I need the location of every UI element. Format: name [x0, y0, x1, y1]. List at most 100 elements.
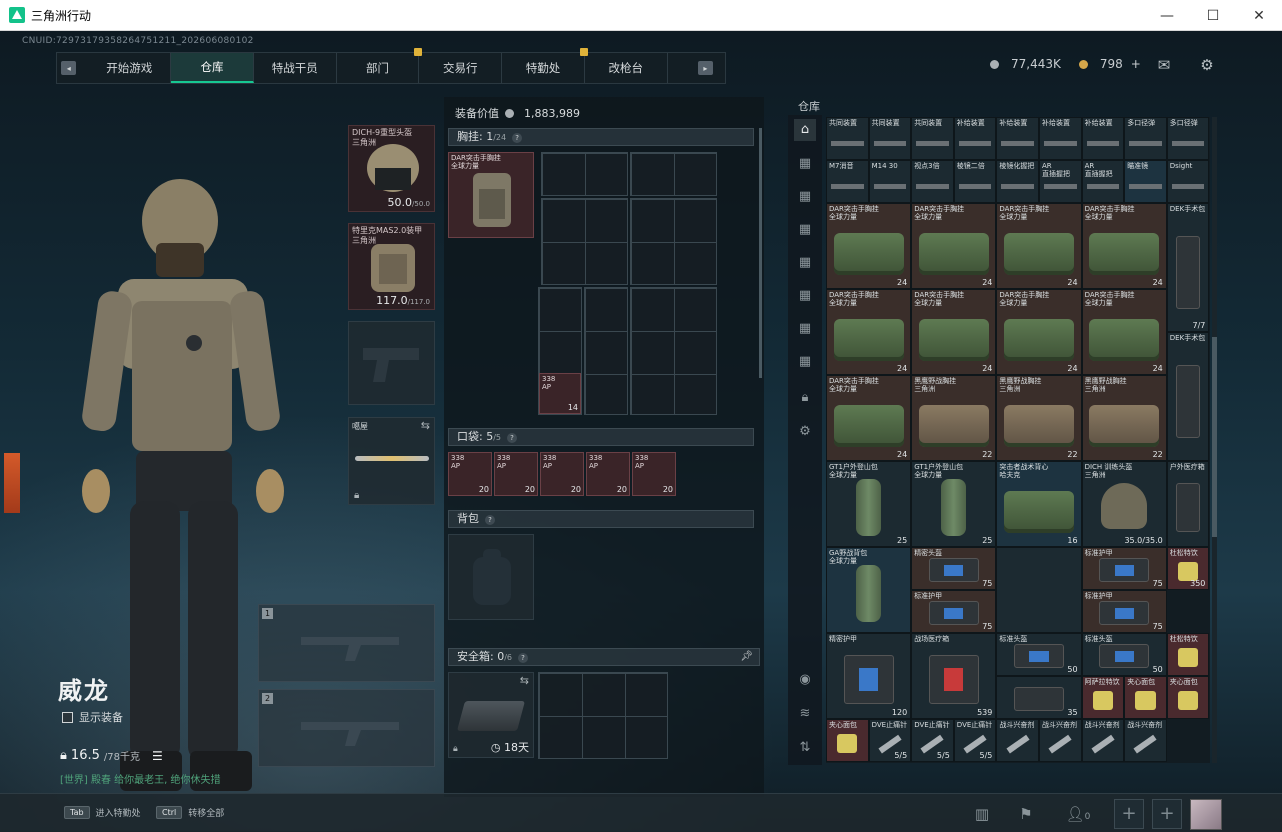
- melee-slot[interactable]: 噶屋 ⇆ 🔒︎: [348, 417, 435, 505]
- chest-rig-item[interactable]: DAR突击手胸挂 全球力量 24: [1081, 203, 1167, 289]
- warehouse-item[interactable]: 补给装置: [1039, 117, 1082, 160]
- empty-cell[interactable]: [996, 547, 1082, 633]
- warehouse-item[interactable]: 标准头盔 50: [1081, 633, 1167, 676]
- warehouse-tab-icon[interactable]: ▦: [794, 285, 816, 307]
- player-avatar[interactable]: [1190, 799, 1222, 830]
- minimize-button[interactable]: —: [1144, 0, 1190, 31]
- warehouse-item[interactable]: 战场医疗箱 539: [911, 633, 997, 719]
- loadout-scrollbar[interactable]: [759, 128, 762, 378]
- warehouse-item[interactable]: GT1户外登山包 全球力量 25: [826, 461, 912, 547]
- maximize-button[interactable]: ☐: [1190, 0, 1236, 31]
- add-slot-button[interactable]: +: [1114, 799, 1144, 829]
- warehouse-item[interactable]: 棱镜二倍: [953, 160, 997, 203]
- chest-rig-item[interactable]: DAR突击手胸挂 全球力量 24: [826, 203, 912, 289]
- add-currency-button[interactable]: +: [1131, 57, 1141, 71]
- consumable-item[interactable]: 战斗兴奋剂: [1124, 719, 1167, 762]
- consumable-item[interactable]: 夹心面包: [826, 719, 869, 762]
- warehouse-filter-icon[interactable]: ◉: [794, 669, 816, 691]
- warehouse-item[interactable]: Dsight: [1166, 160, 1210, 203]
- chest-grid-4[interactable]: [630, 198, 717, 285]
- chest-rig-item[interactable]: DAR突击手胸挂 全球力量 24: [1081, 289, 1167, 375]
- dek-item[interactable]: DEK手术包 7/7: [1166, 203, 1210, 332]
- warehouse-item[interactable]: 棱镜化握把: [996, 160, 1039, 203]
- swap-icon[interactable]: ⇆: [421, 419, 430, 432]
- consumable-item[interactable]: DVE止痛针 5/5: [911, 719, 954, 762]
- warehouse-item[interactable]: 杜松特饮: [1166, 633, 1210, 676]
- tab-warehouse[interactable]: 仓库: [171, 53, 254, 83]
- armor-item[interactable]: 杜松特饮 350: [1166, 547, 1210, 590]
- food-item[interactable]: 夹心面包: [1124, 676, 1167, 719]
- armor-item[interactable]: 精密头盔 75: [911, 547, 997, 590]
- warehouse-layers-icon[interactable]: ≋: [794, 703, 816, 725]
- chest-rig-item[interactable]: DAR突击手胸挂 全球力量 24: [826, 289, 912, 375]
- dek-item[interactable]: DEK手术包: [1166, 332, 1210, 461]
- warehouse-item[interactable]: AR 直插握把: [1039, 160, 1082, 203]
- warehouse-scroll-thumb[interactable]: [1212, 337, 1217, 537]
- helmet-slot[interactable]: DICH-9重型头盔 三角洲 50.0/50.0: [348, 125, 435, 212]
- chest-rig-item[interactable]: DAR突击手胸挂 全球力量 24: [826, 375, 912, 461]
- warehouse-scrollbar[interactable]: [1212, 117, 1217, 763]
- armor-slot[interactable]: 特里克MAS2.0装甲 三角洲 117.0/117.0: [348, 223, 435, 310]
- safe-swap-icon[interactable]: ⇆: [520, 674, 529, 687]
- chest-rig-item[interactable]: DAR突击手胸挂 全球力量 24: [911, 203, 997, 289]
- warehouse-item[interactable]: 补给装置: [1081, 117, 1125, 160]
- pin-icon[interactable]: 📌︎: [740, 649, 753, 665]
- food-item[interactable]: 夹心面包: [1166, 676, 1210, 719]
- warehouse-tab-icon[interactable]: ▦: [794, 153, 816, 175]
- armor-item[interactable]: 标准护甲 75: [1081, 590, 1167, 633]
- warehouse-item[interactable]: 标准头盔 50: [996, 633, 1082, 676]
- warehouse-tab-icon[interactable]: ▦: [794, 351, 816, 373]
- consumable-item[interactable]: 战斗兴奋剂: [1039, 719, 1082, 762]
- pistol-slot[interactable]: [348, 321, 435, 405]
- food-item[interactable]: 阿萨拉特饮: [1081, 676, 1125, 719]
- pocket-ammo-item[interactable]: 338 AP 20: [586, 452, 630, 496]
- tab-department[interactable]: 部门: [337, 48, 423, 83]
- tab-start-game[interactable]: 开始游戏: [88, 53, 172, 83]
- pocket-ammo-item[interactable]: 338 AP 20: [448, 452, 492, 496]
- warehouse-settings-icon[interactable]: ⚙: [794, 421, 816, 443]
- friends-icon[interactable]: 👤︎0: [1060, 801, 1096, 827]
- warehouse-item[interactable]: 补给装置: [996, 117, 1039, 160]
- warehouse-item[interactable]: 户外医疗箱: [1166, 461, 1210, 547]
- warehouse-item[interactable]: 共同装置: [868, 117, 912, 160]
- warehouse-item[interactable]: 共同装置: [911, 117, 954, 160]
- warehouse-item[interactable]: 共同装置: [826, 117, 869, 160]
- flag-icon[interactable]: ⚑: [1012, 801, 1040, 827]
- ammo-item[interactable]: 338 AP 14: [539, 373, 581, 414]
- list-icon[interactable]: ☰: [152, 749, 163, 763]
- helmet-item[interactable]: 35: [996, 676, 1082, 719]
- ctrl-shortcut-hint[interactable]: Ctrl 转移全部: [156, 806, 224, 819]
- chest-rig-item[interactable]: DAR突击手胸挂 全球力量 24: [996, 289, 1082, 375]
- chest-rig-item[interactable]: 黑鹰野战胸挂 三角洲 22: [911, 375, 997, 461]
- warehouse-item[interactable]: GT1户外登山包 全球力量 25: [911, 461, 997, 547]
- pocket-ammo-item[interactable]: 338 AP 20: [494, 452, 538, 496]
- close-button[interactable]: ✕: [1236, 0, 1282, 31]
- chest-rig-item[interactable]: 黑鹰野战胸挂 三角洲 22: [996, 375, 1082, 461]
- nav-next-key[interactable]: ▸: [697, 61, 714, 75]
- show-equipment-toggle[interactable]: 显示装备: [62, 709, 123, 725]
- warehouse-main-tab-icon[interactable]: ⌂: [794, 119, 816, 141]
- warehouse-item[interactable]: M7消音: [826, 160, 869, 203]
- consumable-item[interactable]: DVE止痛针 5/5: [868, 719, 912, 762]
- safe-box-grid[interactable]: [538, 672, 668, 759]
- tab-operators[interactable]: 特战干员: [254, 53, 337, 83]
- chest-grid-2[interactable]: [630, 152, 717, 196]
- warehouse-tab-icon[interactable]: ▦: [794, 186, 816, 208]
- stats-chart-icon[interactable]: ▥: [968, 801, 996, 827]
- help-icon[interactable]: ?: [518, 653, 529, 663]
- safe-box-item[interactable]: ⇆ 🔒︎ ◷ 18天: [448, 672, 534, 758]
- chest-grid-7[interactable]: [630, 287, 717, 415]
- chest-rig-item[interactable]: DAR突击手胸挂 全球力量: [448, 152, 534, 238]
- consumable-item[interactable]: DVE止痛针 5/5: [953, 719, 997, 762]
- warehouse-tab-icon[interactable]: ▦: [794, 318, 816, 340]
- warehouse-tab-icon[interactable]: ▦: [794, 219, 816, 241]
- mail-icon[interactable]: ✉: [1155, 56, 1173, 74]
- warehouse-tab-icon[interactable]: ▦: [794, 252, 816, 274]
- armor-item[interactable]: 标准护甲 75: [1081, 547, 1167, 590]
- warehouse-lock-icon[interactable]: 🔒︎: [794, 387, 816, 409]
- warehouse-sort-icon[interactable]: ⇅: [794, 737, 816, 759]
- tab-market[interactable]: 交易行: [419, 53, 503, 83]
- backpack-slot[interactable]: [448, 534, 534, 620]
- consumable-item[interactable]: 战斗兴奋剂: [996, 719, 1039, 762]
- help-icon[interactable]: ?: [485, 515, 495, 525]
